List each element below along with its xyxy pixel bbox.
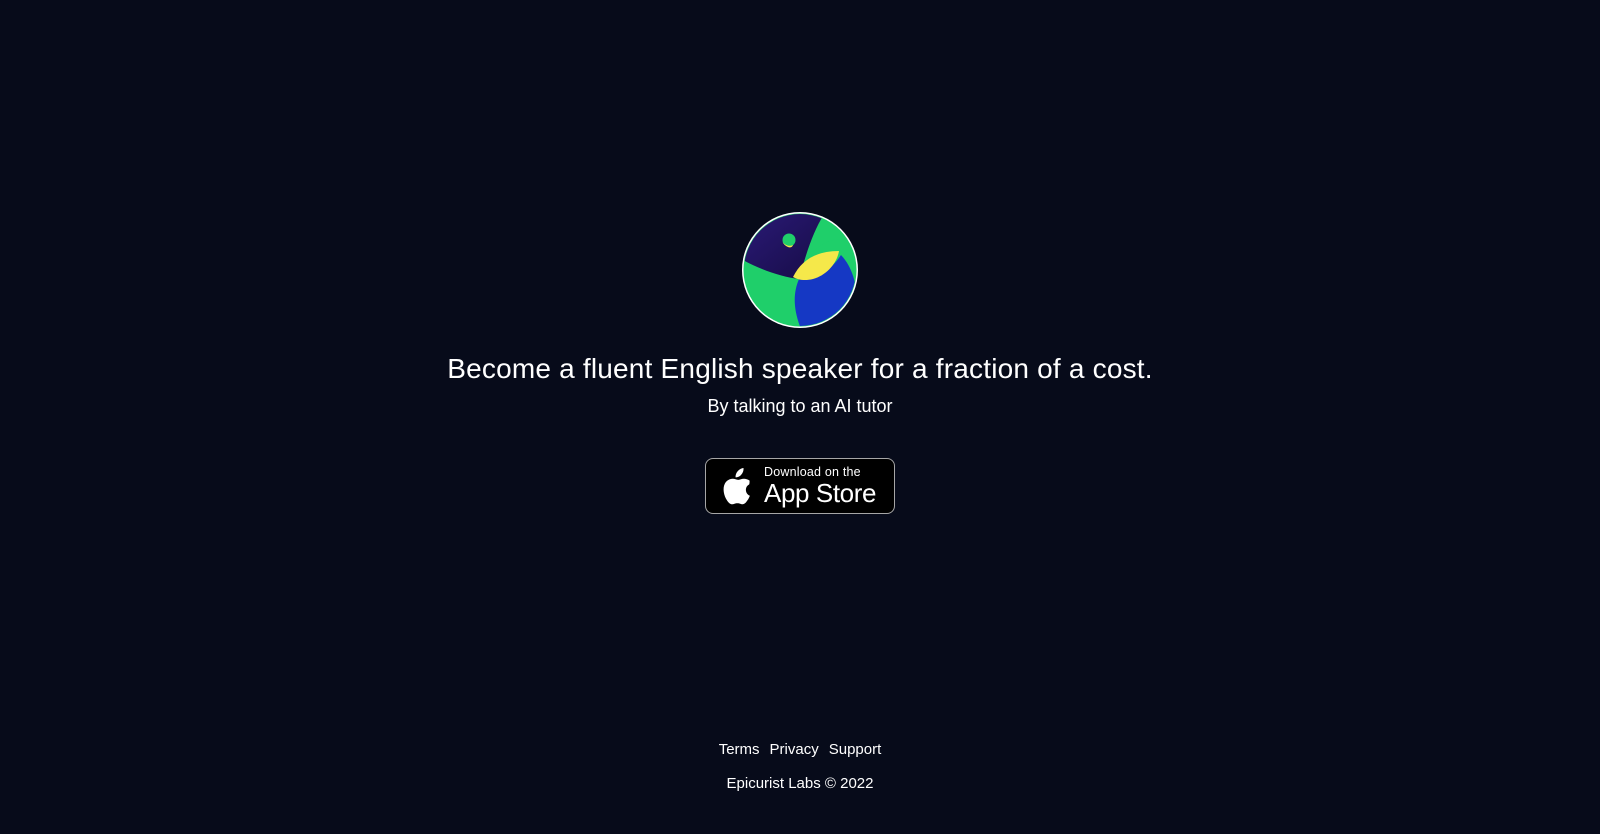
apple-icon (723, 468, 750, 505)
terms-link[interactable]: Terms (719, 740, 760, 760)
badge-small-text: Download on the (764, 464, 861, 479)
footer-links: Terms Privacy Support (719, 740, 882, 760)
copyright-text: Epicurist Labs © 2022 (726, 775, 874, 792)
app-store-download-button[interactable]: Download on the App Store (705, 458, 895, 514)
headline: Become a fluent English speaker for a fr… (447, 353, 1153, 384)
parrot-logo-icon (742, 212, 858, 328)
privacy-link[interactable]: Privacy (770, 740, 819, 760)
page: Become a fluent English speaker for a fr… (0, 0, 1600, 834)
support-link[interactable]: Support (829, 740, 882, 760)
subheadline: By talking to an AI tutor (707, 396, 893, 416)
app-store-badge-text: Download on the App Store (764, 466, 876, 507)
badge-big-text: App Store (764, 478, 877, 509)
footer: Terms Privacy Support Epicurist Labs © 2… (0, 740, 1600, 794)
hero-section: Become a fluent English speaker for a fr… (0, 211, 1600, 514)
